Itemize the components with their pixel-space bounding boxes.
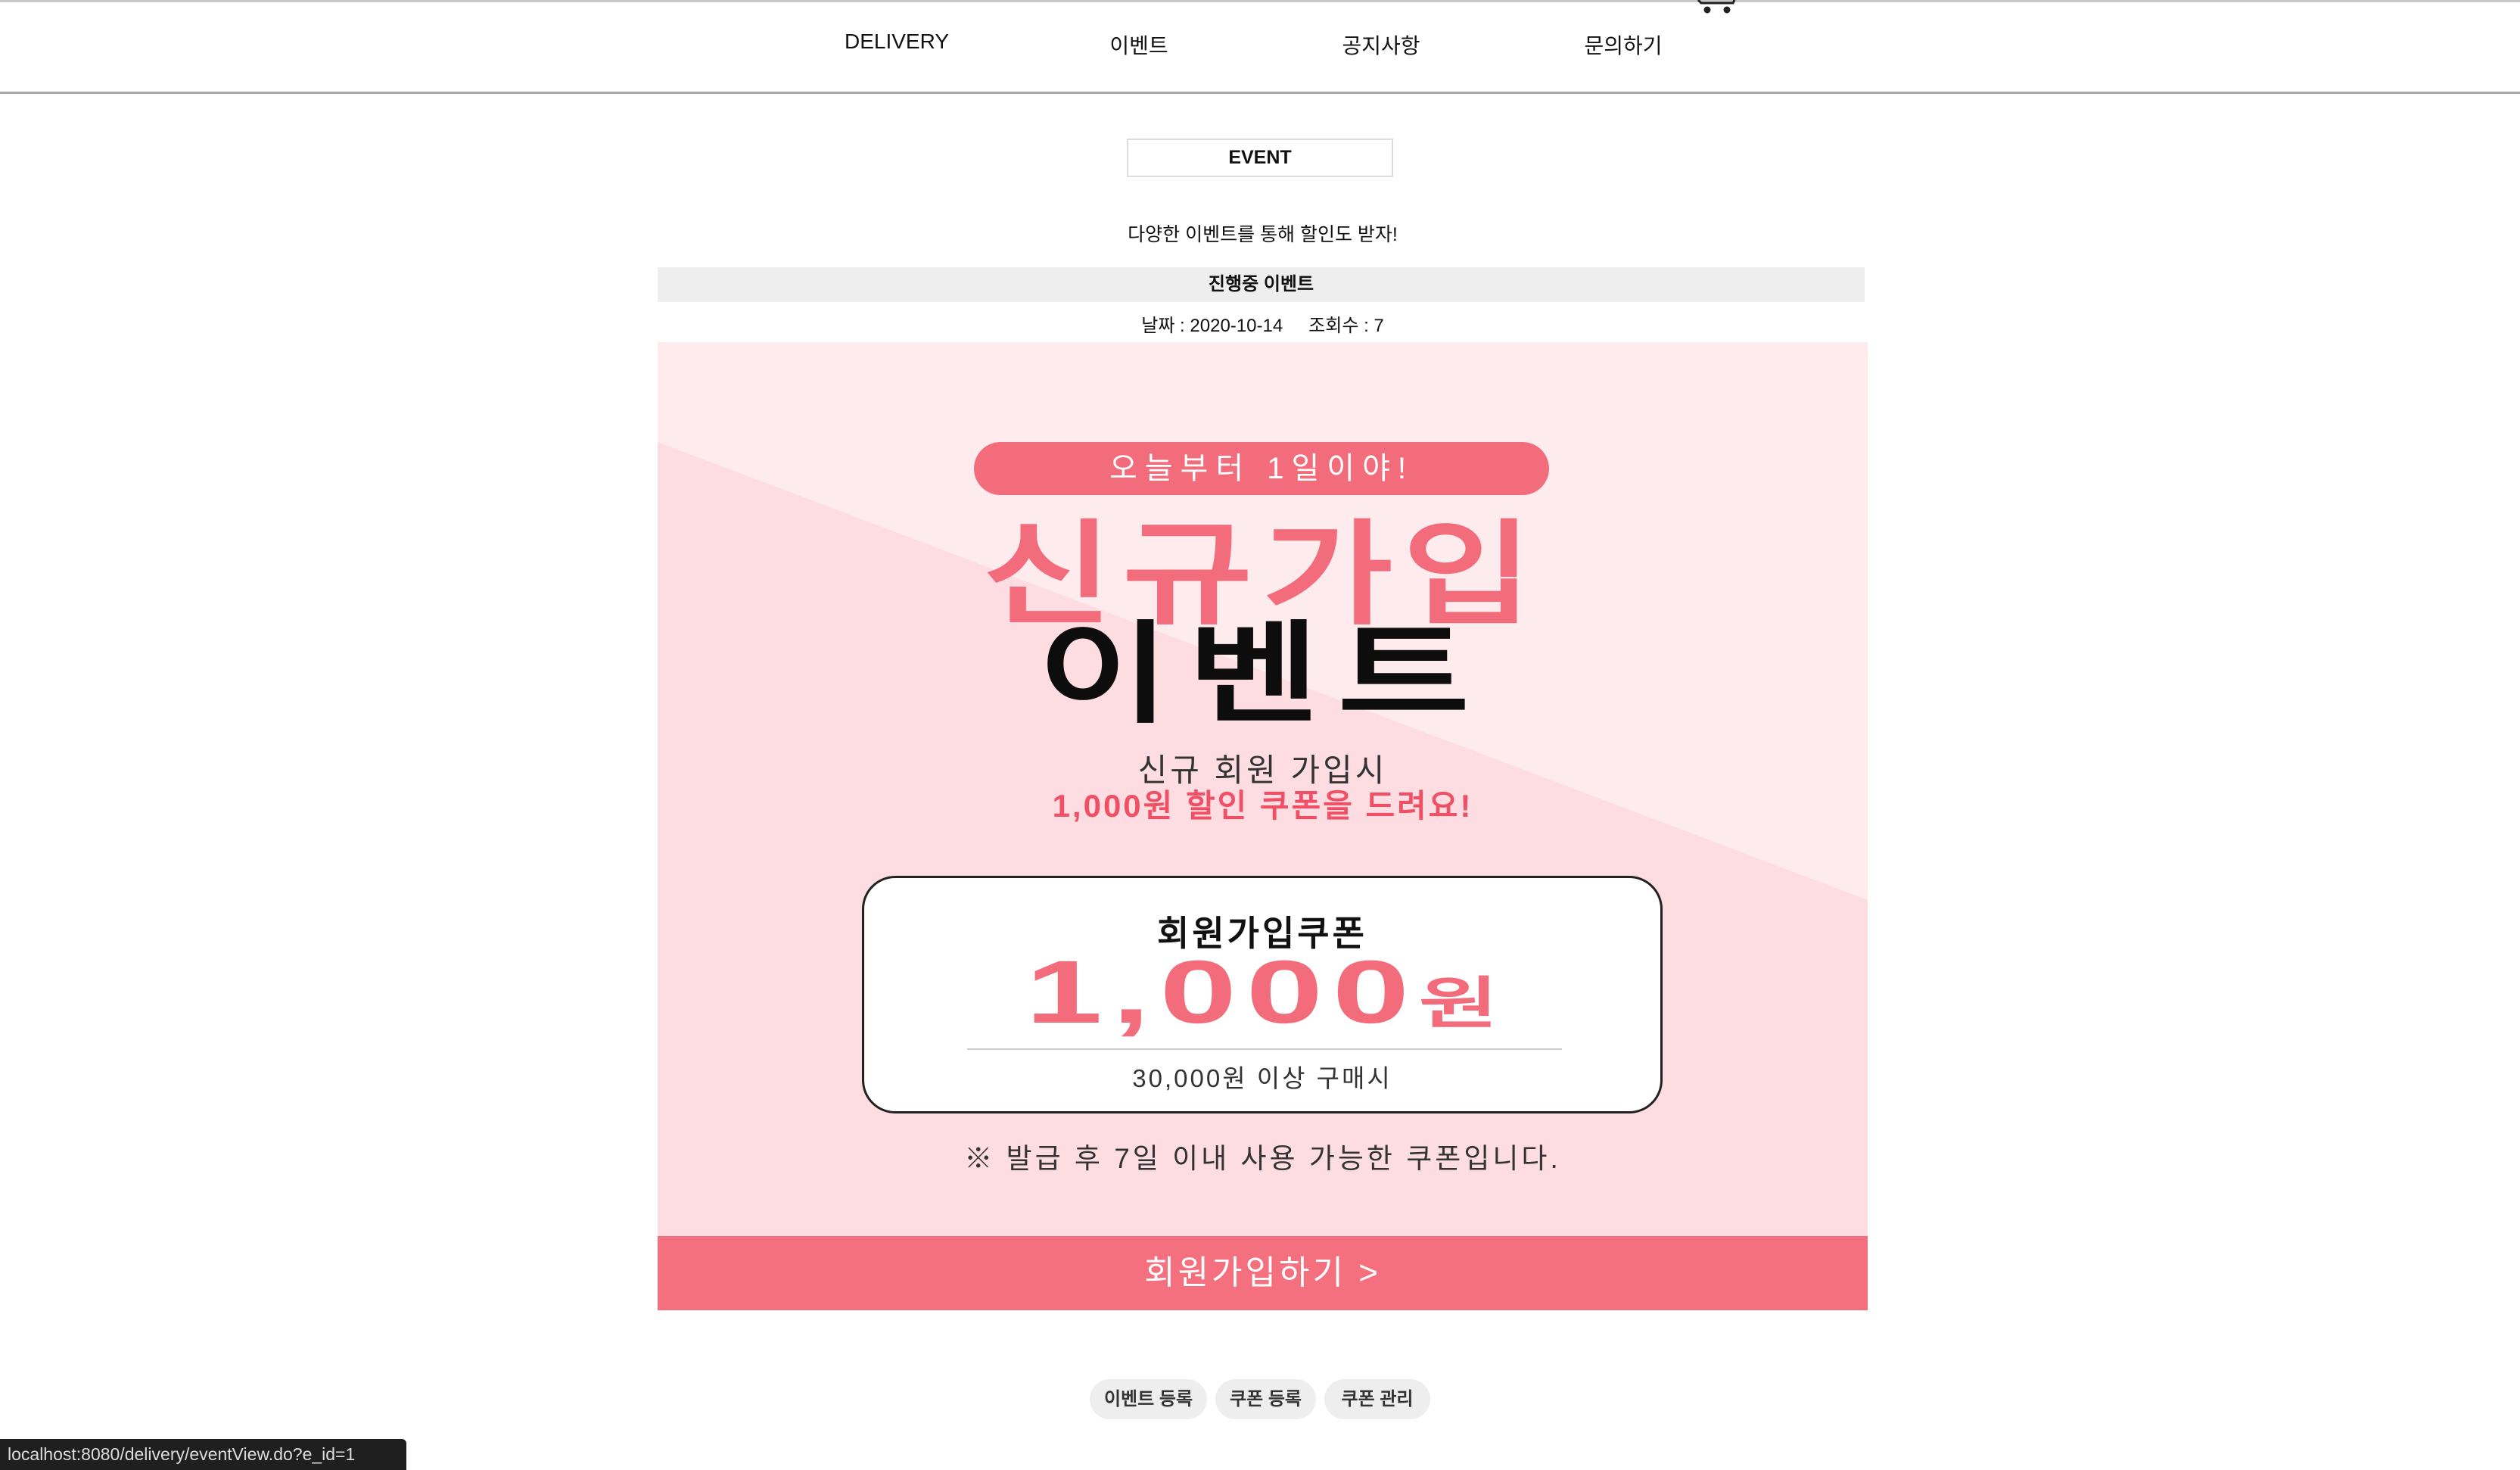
nav-item-inquiry[interactable]: 문의하기	[1502, 30, 1744, 60]
event-date: 날짜 : 2020-10-14	[1141, 316, 1283, 336]
event-banner[interactable]: 오늘부터 1일이야! 신규가입 이벤트 신규 회원 가입시 1,000원 할인 …	[658, 342, 1868, 1310]
banner-desc-line1: 신규 회원 가입시	[1137, 752, 1388, 788]
banner-pill: 오늘부터 1일이야!	[974, 442, 1549, 495]
banner-note: ※ 발급 후 7일 이내 사용 가능한 쿠폰입니다.	[964, 1143, 1561, 1174]
coupon-register-button[interactable]: 쿠폰 등록	[1215, 1379, 1316, 1419]
coupon-amount-value: 1,000	[1025, 942, 1420, 1042]
event-status-label: 진행중 이벤트	[658, 267, 1865, 302]
coupon-condition: 30,000원 이상 구매시	[1132, 1064, 1392, 1092]
coupon-divider	[967, 1048, 1562, 1050]
cart-icon[interactable]	[1694, 0, 1739, 15]
banner-title-line2: 이벤트	[1038, 612, 1488, 736]
page-subtitle: 다양한 이벤트를 통해 할인도 받자!	[1128, 224, 1398, 245]
link-status-bar: localhost:8080/delivery/eventView.do?e_i…	[0, 1439, 406, 1470]
signup-cta[interactable]: 회원가입하기 >	[658, 1236, 1868, 1310]
banner-desc-line2: 1,000원 할인 쿠폰을 드려요!	[1052, 788, 1473, 824]
event-views: 조회수 : 7	[1308, 316, 1384, 336]
main-nav: DELIVERY 이벤트 공지사항 문의하기	[0, 2, 2520, 94]
event-meta: 날짜 : 2020-10-14 조회수 : 7	[658, 310, 1868, 337]
nav-item-event[interactable]: 이벤트	[1018, 30, 1260, 60]
page-title: EVENT	[1127, 139, 1393, 177]
event-register-button[interactable]: 이벤트 등록	[1090, 1379, 1207, 1419]
nav-item-notice[interactable]: 공지사항	[1260, 30, 1502, 60]
coupon-manage-button[interactable]: 쿠폰 관리	[1324, 1379, 1430, 1419]
coupon-amount-unit: 원	[1419, 972, 1499, 1035]
coupon-amount: 1,000원	[864, 948, 1660, 1037]
coupon-card: 회원가입쿠폰 1,000원 30,000원 이상 구매시	[862, 876, 1663, 1113]
nav-item-delivery[interactable]: DELIVERY	[776, 30, 1018, 54]
